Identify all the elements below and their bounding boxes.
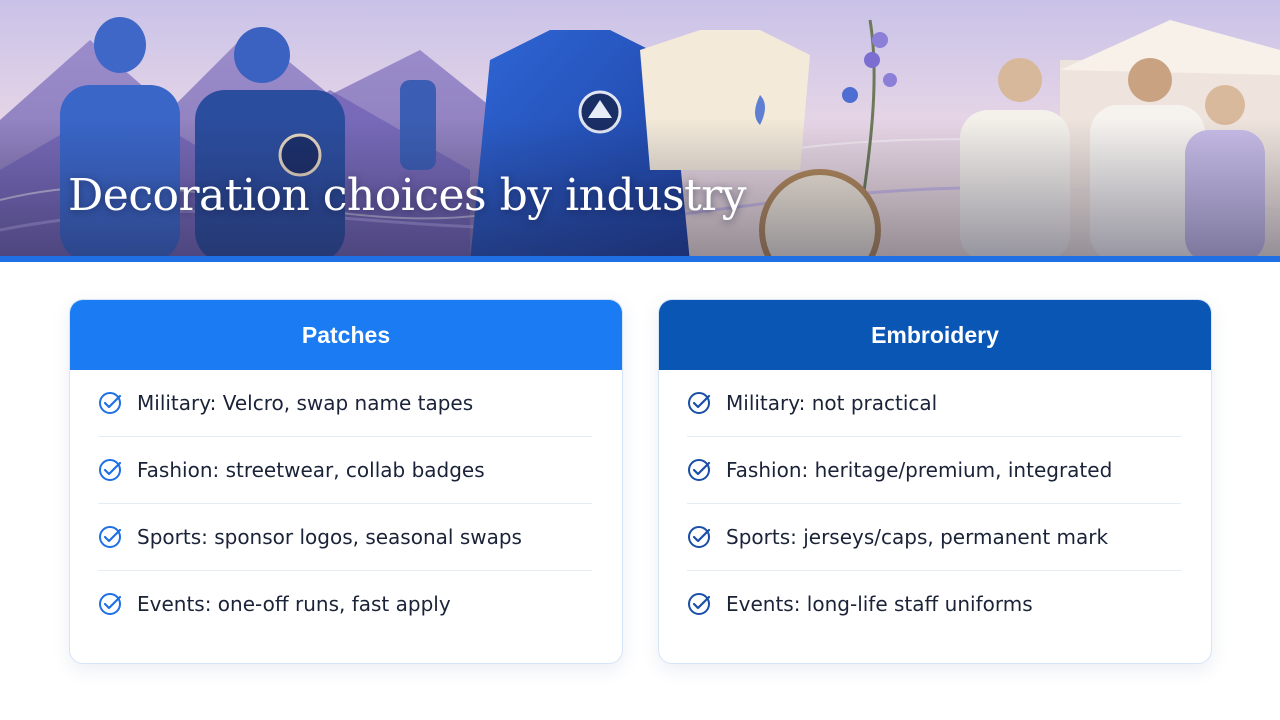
list-item-text: Sports: sponsor logos, seasonal swaps xyxy=(137,525,522,549)
patches-card: Patches Military: Velcro, swap name tape… xyxy=(69,299,623,664)
list-item-text: Events: one-off runs, fast apply xyxy=(137,592,451,616)
check-circle-icon xyxy=(688,526,711,548)
list-item-text: Military: not practical xyxy=(726,391,938,415)
hero-banner: Decoration choices by industry xyxy=(0,0,1280,262)
embroidery-card: Embroidery Military: not practical Fashi… xyxy=(658,299,1212,664)
patches-list: Military: Velcro, swap name tapes Fashio… xyxy=(98,370,592,637)
patches-card-header: Patches xyxy=(70,300,622,370)
list-item-text: Events: long-life staff uniforms xyxy=(726,592,1033,616)
list-item-text: Fashion: heritage/premium, integrated xyxy=(726,458,1113,482)
accent-divider xyxy=(0,256,1280,262)
list-item-text: Fashion: streetwear, collab badges xyxy=(137,458,485,482)
page-title: Decoration choices by industry xyxy=(68,170,747,221)
list-item: Military: not practical xyxy=(687,370,1181,437)
list-item: Fashion: streetwear, collab badges xyxy=(98,437,592,504)
check-circle-icon xyxy=(688,593,711,615)
check-circle-icon xyxy=(688,392,711,414)
list-item: Sports: jerseys/caps, permanent mark xyxy=(687,504,1181,571)
list-item-text: Sports: jerseys/caps, permanent mark xyxy=(726,525,1109,549)
check-circle-icon xyxy=(99,526,122,548)
list-item: Sports: sponsor logos, seasonal swaps xyxy=(98,504,592,571)
list-item: Events: long-life staff uniforms xyxy=(687,571,1181,637)
check-circle-icon xyxy=(99,593,122,615)
list-item-text: Military: Velcro, swap name tapes xyxy=(137,391,474,415)
hero-illustration xyxy=(0,0,1280,262)
list-item: Events: one-off runs, fast apply xyxy=(98,571,592,637)
embroidery-card-header: Embroidery xyxy=(659,300,1211,370)
list-item: Military: Velcro, swap name tapes xyxy=(98,370,592,437)
check-circle-icon xyxy=(688,459,711,481)
embroidery-list: Military: not practical Fashion: heritag… xyxy=(687,370,1181,637)
check-circle-icon xyxy=(99,392,122,414)
list-item: Fashion: heritage/premium, integrated xyxy=(687,437,1181,504)
check-circle-icon xyxy=(99,459,122,481)
